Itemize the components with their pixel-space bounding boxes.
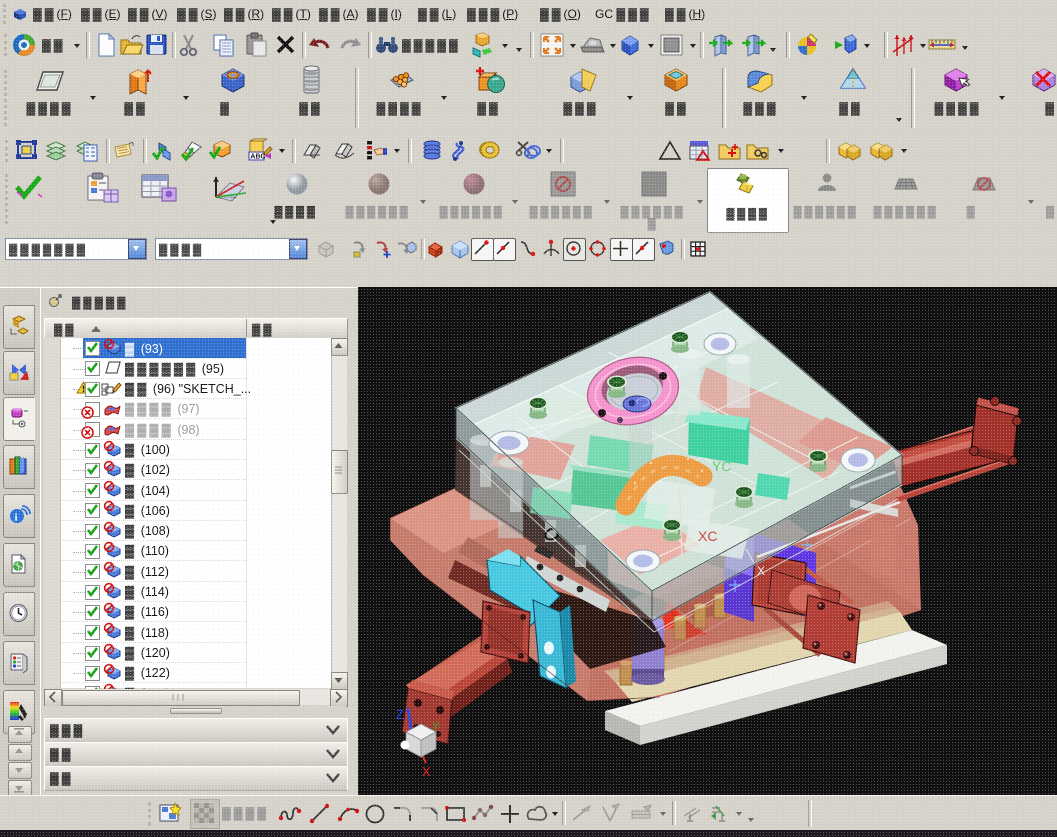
svg-text:ABC: ABC <box>250 154 265 161</box>
svg-text:X: X <box>422 764 431 779</box>
svg-text:i: i <box>15 512 18 524</box>
svg-text:XC: XC <box>698 528 717 544</box>
svg-text:X: X <box>757 564 765 578</box>
svg-text:YC: YC <box>712 458 731 474</box>
svg-text:Z: Z <box>396 707 404 722</box>
